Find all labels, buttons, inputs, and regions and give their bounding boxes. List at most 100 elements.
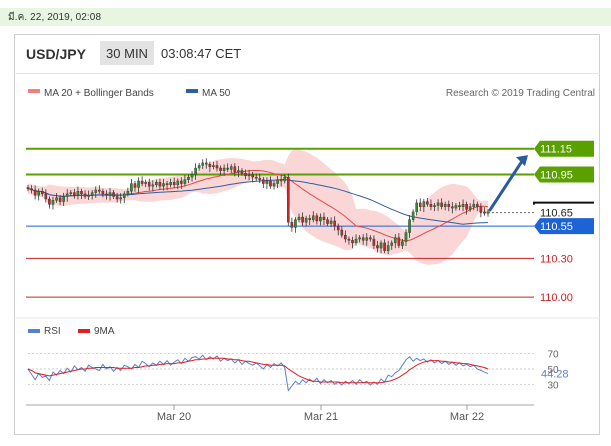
candle-body xyxy=(358,237,361,240)
candle-body xyxy=(272,183,276,187)
candle-body xyxy=(83,193,87,197)
candle-body xyxy=(386,245,390,251)
bollinger-band xyxy=(28,149,488,265)
candle-body xyxy=(265,180,269,184)
candle-body xyxy=(433,205,436,207)
candle-body xyxy=(240,170,244,174)
candle-body xyxy=(180,180,183,184)
candle-body xyxy=(147,182,151,187)
candle-body xyxy=(311,215,315,220)
candle-body xyxy=(468,206,472,210)
candle-body xyxy=(369,237,372,240)
candle-body xyxy=(262,179,265,184)
candle-body xyxy=(237,170,240,173)
candle-body xyxy=(73,192,76,196)
rsi-current-label: 44.28 xyxy=(541,368,569,380)
candle-body xyxy=(208,163,212,167)
candle-body xyxy=(454,205,458,209)
level-label: 110.65 xyxy=(540,208,573,220)
candle-body xyxy=(279,179,283,182)
candle-body xyxy=(87,194,90,197)
arrow-head xyxy=(516,155,528,167)
candle-body xyxy=(451,206,454,209)
candle-body xyxy=(194,167,197,175)
price-chart: MA 20 + Bollinger Bands MA 50 Research © 2… xyxy=(14,88,600,423)
candle-body xyxy=(290,222,294,228)
candle-body xyxy=(30,188,33,191)
candle-body xyxy=(472,203,476,207)
projection-arrow xyxy=(488,159,524,212)
candle-body xyxy=(379,242,383,249)
legend-swatch xyxy=(28,89,40,93)
current-tag xyxy=(533,201,594,205)
candle-body xyxy=(215,165,219,169)
candle-body xyxy=(415,202,418,213)
candle-body xyxy=(440,202,443,207)
candle-body xyxy=(308,218,312,220)
level-label: 110.00 xyxy=(540,292,573,304)
rsi-tick-label: 70 xyxy=(547,350,559,361)
candle-body xyxy=(461,203,465,207)
candle-body xyxy=(333,220,336,227)
candle-body xyxy=(108,192,112,196)
candle-body xyxy=(115,196,119,200)
candle-body xyxy=(361,237,365,241)
candle-body xyxy=(69,192,73,195)
candle-body xyxy=(411,211,415,220)
legend-label: MA 20 + Bollinger Bands xyxy=(44,88,154,99)
candle-body xyxy=(365,237,369,241)
candle-body xyxy=(101,191,105,195)
legend-swatch xyxy=(186,89,198,93)
candle-body xyxy=(155,182,158,186)
candle-body xyxy=(276,179,279,184)
candle-body xyxy=(269,180,272,187)
rsi-ma-line xyxy=(27,357,489,384)
candle-body xyxy=(476,203,479,207)
candle-body xyxy=(294,219,297,228)
candle-body xyxy=(80,191,83,195)
candle-body xyxy=(479,206,483,213)
candle-body xyxy=(130,183,133,192)
candle-body xyxy=(44,193,48,200)
candle-body xyxy=(408,219,411,233)
candle-body xyxy=(287,176,290,223)
candle-body xyxy=(158,182,162,187)
candle-body xyxy=(40,191,44,195)
candle-body xyxy=(458,205,461,207)
rsi-tick-label: 30 xyxy=(547,380,559,391)
level-label: 110.55 xyxy=(540,221,573,233)
candle-body xyxy=(436,202,440,206)
candle-body xyxy=(133,183,137,188)
rsi-legend-label: RSI xyxy=(44,326,61,337)
legend-label: MA 50 xyxy=(202,88,231,99)
candle-body xyxy=(322,216,326,220)
candle-body xyxy=(94,189,98,193)
candle-body xyxy=(390,242,394,246)
candle-body xyxy=(33,189,37,196)
candle-body xyxy=(465,203,468,210)
rsi-legend-swatch xyxy=(78,329,90,333)
candle-body xyxy=(251,174,254,178)
candle-body xyxy=(229,166,233,170)
candle-body xyxy=(98,189,101,192)
candle-body xyxy=(340,229,344,236)
candle-body xyxy=(90,192,94,196)
candle-body xyxy=(140,180,144,184)
candle-body xyxy=(483,211,486,214)
candle-body xyxy=(401,241,404,246)
x-tick-label: Mar 20 xyxy=(157,411,191,423)
candle-body xyxy=(393,237,397,244)
candle-body xyxy=(247,174,251,177)
candle-body xyxy=(105,193,108,196)
candle-body xyxy=(183,179,187,184)
candle-body xyxy=(26,187,30,189)
candle-body xyxy=(244,173,247,177)
rsi-legend-label: 9MA xyxy=(94,326,115,337)
candle-body xyxy=(151,184,155,187)
candle-body xyxy=(304,218,308,223)
candle-body xyxy=(326,219,329,224)
candle-body xyxy=(351,240,354,244)
candle-body xyxy=(344,234,347,240)
candle-body xyxy=(418,202,422,207)
candle-body xyxy=(162,183,165,187)
